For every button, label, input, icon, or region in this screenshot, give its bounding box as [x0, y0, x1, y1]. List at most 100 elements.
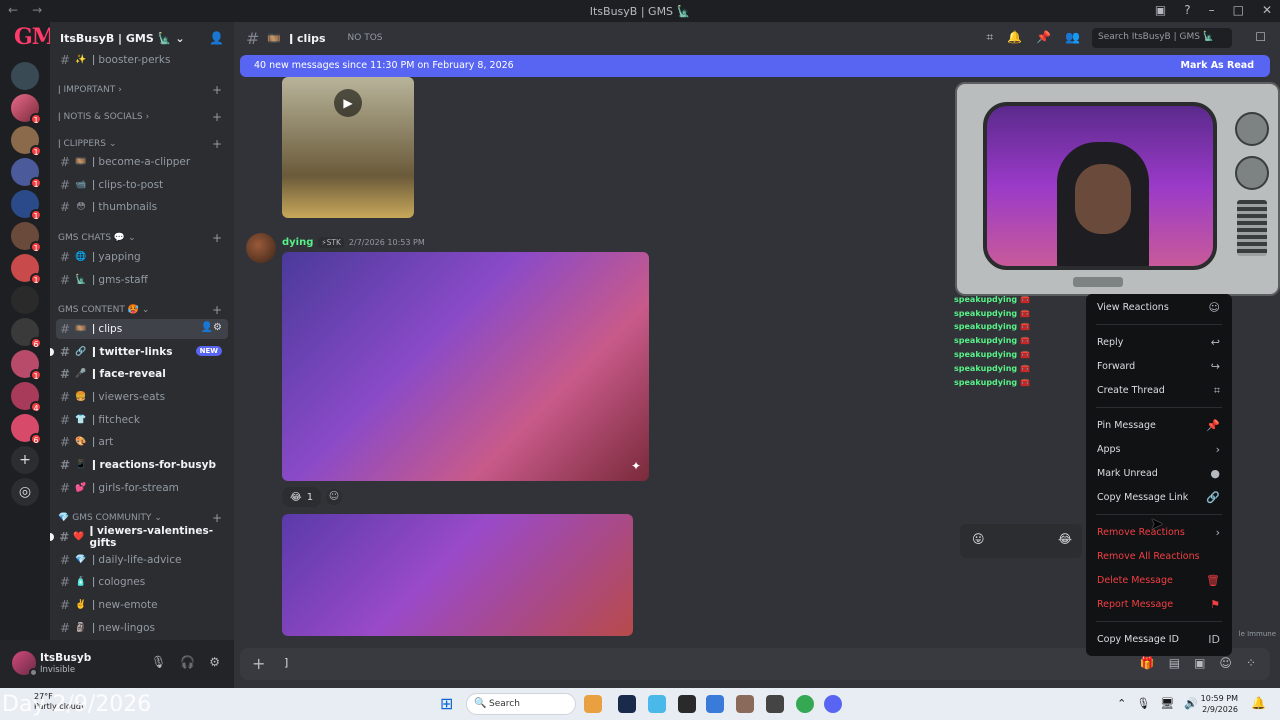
- avatar[interactable]: [12, 651, 38, 677]
- server-icon[interactable]: 1: [11, 350, 42, 381]
- menu-report-message[interactable]: Report Message ⚑: [1092, 594, 1226, 616]
- category-important[interactable]: ǀ IMPORTANT › +: [58, 82, 228, 98]
- chrome-icon[interactable]: [796, 695, 814, 713]
- add-channel-icon[interactable]: +: [212, 110, 222, 124]
- close-button[interactable]: ✕: [1262, 3, 1272, 17]
- channel-item[interactable]: # 🌐 ǀ yapping: [56, 247, 228, 267]
- channel-item[interactable]: # 📹 ǀ clips-to-post: [56, 175, 228, 195]
- network-icon[interactable]: 🖥: [1160, 697, 1174, 710]
- add-server-icon[interactable]: +: [11, 446, 39, 474]
- server-icon[interactable]: 1: [11, 190, 42, 221]
- channel-item[interactable]: # ✨ ǀ booster-perks: [56, 50, 228, 70]
- menu-copy-link[interactable]: Copy Message Link 🔗: [1092, 487, 1226, 509]
- taskbar-search[interactable]: 🔍 Search: [466, 693, 576, 715]
- server-icon[interactable]: [11, 286, 39, 314]
- search-input[interactable]: Search ItsBusyB | GMS 🗽: [1092, 28, 1232, 48]
- discover-icon[interactable]: ◎: [11, 478, 39, 506]
- sparkle-icon[interactable]: ✦: [631, 459, 641, 473]
- add-channel-icon[interactable]: +: [212, 511, 222, 525]
- channel-item[interactable]: # 🗽 ǀ gms-staff: [56, 270, 228, 290]
- server-icon[interactable]: 1: [11, 158, 42, 189]
- server-icon[interactable]: 1: [11, 254, 42, 285]
- taskbar-app-icon[interactable]: [736, 695, 754, 713]
- add-channel-icon[interactable]: +: [212, 137, 222, 151]
- avatar[interactable]: [246, 233, 276, 263]
- channel-item-clips[interactable]: # 🎞️ ǀ clips 👤⚙: [56, 319, 228, 339]
- menu-copy-message-id[interactable]: Copy Message ID ID: [1092, 629, 1226, 651]
- channel-item[interactable]: # 📱 ǀ reactions-for-busyb: [56, 455, 228, 475]
- help-icon[interactable]: ?: [1184, 3, 1190, 17]
- notification-bell-icon[interactable]: 🔔: [1251, 696, 1266, 710]
- chevron-up-icon[interactable]: ⌃: [1117, 697, 1126, 710]
- gif-icon[interactable]: ▤: [1169, 656, 1180, 670]
- add-channel-icon[interactable]: +: [212, 83, 222, 97]
- channel-item[interactable]: # 🗿 ǀ new-lingos: [56, 618, 228, 638]
- volume-icon[interactable]: 🔊: [1184, 697, 1198, 710]
- microphone-icon[interactable]: 🎙: [1136, 697, 1150, 710]
- channel-item[interactable]: # 🧴 ǀ colognes: [56, 572, 228, 592]
- menu-create-thread[interactable]: Create Thread ⌗: [1092, 380, 1226, 402]
- channel-item[interactable]: # 💕 ǀ girls-for-stream: [56, 478, 228, 498]
- bell-icon[interactable]: 🔔: [1007, 30, 1022, 45]
- reaction-chip[interactable]: 😂 1: [282, 487, 322, 507]
- add-user-icon[interactable]: 👤: [209, 31, 224, 45]
- menu-pin-message[interactable]: Pin Message 📌: [1092, 415, 1226, 437]
- channel-item[interactable]: # 🔗 ǀ twitter-links NEW: [50, 342, 228, 362]
- channel-item[interactable]: # ✌️ ǀ new-emote: [56, 595, 228, 615]
- menu-apps[interactable]: Apps ›: [1092, 439, 1226, 461]
- add-attachment-icon[interactable]: +: [252, 654, 265, 673]
- server-icon[interactable]: 6: [11, 318, 42, 349]
- gear-icon[interactable]: ⚙: [209, 655, 220, 669]
- taskbar-app-icon[interactable]: [648, 695, 666, 713]
- composer-text[interactable]: ]: [284, 656, 288, 669]
- sticker-icon[interactable]: ▣: [1194, 656, 1205, 670]
- play-icon[interactable]: ▶: [334, 89, 362, 117]
- channel-topic[interactable]: NO TOS: [348, 33, 383, 43]
- channel-item[interactable]: # 🍔 ǀ viewers-eats: [56, 387, 228, 407]
- windows-start-icon[interactable]: ⊞: [440, 695, 458, 713]
- menu-mark-unread[interactable]: Mark Unread ●: [1092, 463, 1226, 485]
- menu-forward[interactable]: Forward ↪: [1092, 356, 1226, 378]
- taskbar-clock[interactable]: 10:59 PM 2/9/2026: [1201, 693, 1238, 715]
- category-notis[interactable]: ǀ NOTIS & SOCIALS › +: [58, 109, 228, 125]
- inbox-icon[interactable]: ▣: [1155, 3, 1166, 17]
- discord-icon[interactable]: [824, 695, 842, 713]
- server-icon[interactable]: 1: [11, 222, 42, 253]
- message-author[interactable]: dying: [282, 237, 313, 248]
- menu-delete-message[interactable]: Delete Message 🗑: [1092, 570, 1226, 592]
- obs-icon[interactable]: [766, 695, 784, 713]
- threads-icon[interactable]: ⌗: [986, 30, 993, 45]
- pin-icon[interactable]: 📌: [1036, 30, 1051, 45]
- message-image[interactable]: [282, 514, 633, 636]
- channel-item[interactable]: # 💎 ǀ daily-life-advice: [56, 550, 228, 570]
- headphones-icon[interactable]: 🎧: [180, 655, 195, 669]
- server-icon[interactable]: 1: [11, 94, 42, 125]
- channel-item[interactable]: # 😳 ǀ thumbnails: [56, 197, 228, 217]
- emoji-icon[interactable]: ☺: [1219, 656, 1232, 670]
- channel-item[interactable]: # 🎨 ǀ art: [56, 432, 228, 452]
- add-channel-icon[interactable]: +: [212, 303, 222, 317]
- server-icon[interactable]: 1: [11, 126, 42, 157]
- menu-view-reactions[interactable]: View Reactions ☺: [1092, 297, 1226, 319]
- members-icon[interactable]: 👥: [1065, 30, 1080, 45]
- message-image[interactable]: ✦: [282, 252, 649, 481]
- new-messages-bar[interactable]: 40 new messages since 11:30 PM on Februa…: [240, 55, 1270, 77]
- inbox-icon[interactable]: ☐: [1255, 30, 1266, 44]
- minimize-button[interactable]: –: [1209, 3, 1215, 17]
- gift-icon[interactable]: 🎁: [1140, 656, 1155, 670]
- category-chats[interactable]: GMS CHATS 💬 ⌄ +: [58, 230, 228, 246]
- channel-item[interactable]: # 👕 ǀ fitcheck: [56, 410, 228, 430]
- taskbar-app-icon[interactable]: [706, 695, 724, 713]
- channel-item[interactable]: # 🎤 ǀ face-reveal: [56, 364, 228, 384]
- taskbar-app-icon[interactable]: [584, 695, 602, 713]
- category-content[interactable]: GMS CONTENT 🥵 ⌄ +: [58, 302, 228, 318]
- laughing-emoji-icon[interactable]: 😂: [1058, 532, 1072, 546]
- server-icon[interactable]: 6: [11, 414, 42, 445]
- menu-remove-all-reactions[interactable]: Remove All Reactions: [1092, 546, 1226, 568]
- maximize-button[interactable]: □: [1233, 3, 1244, 17]
- steam-icon[interactable]: [618, 695, 636, 713]
- add-channel-icon[interactable]: +: [212, 231, 222, 245]
- add-reaction-icon[interactable]: ☺: [326, 489, 342, 505]
- channel-item[interactable]: # ❤️ ǀ viewers-valentines-gifts: [50, 525, 228, 549]
- channel-item[interactable]: # 🎞️ ǀ become-a-clipper: [56, 152, 228, 172]
